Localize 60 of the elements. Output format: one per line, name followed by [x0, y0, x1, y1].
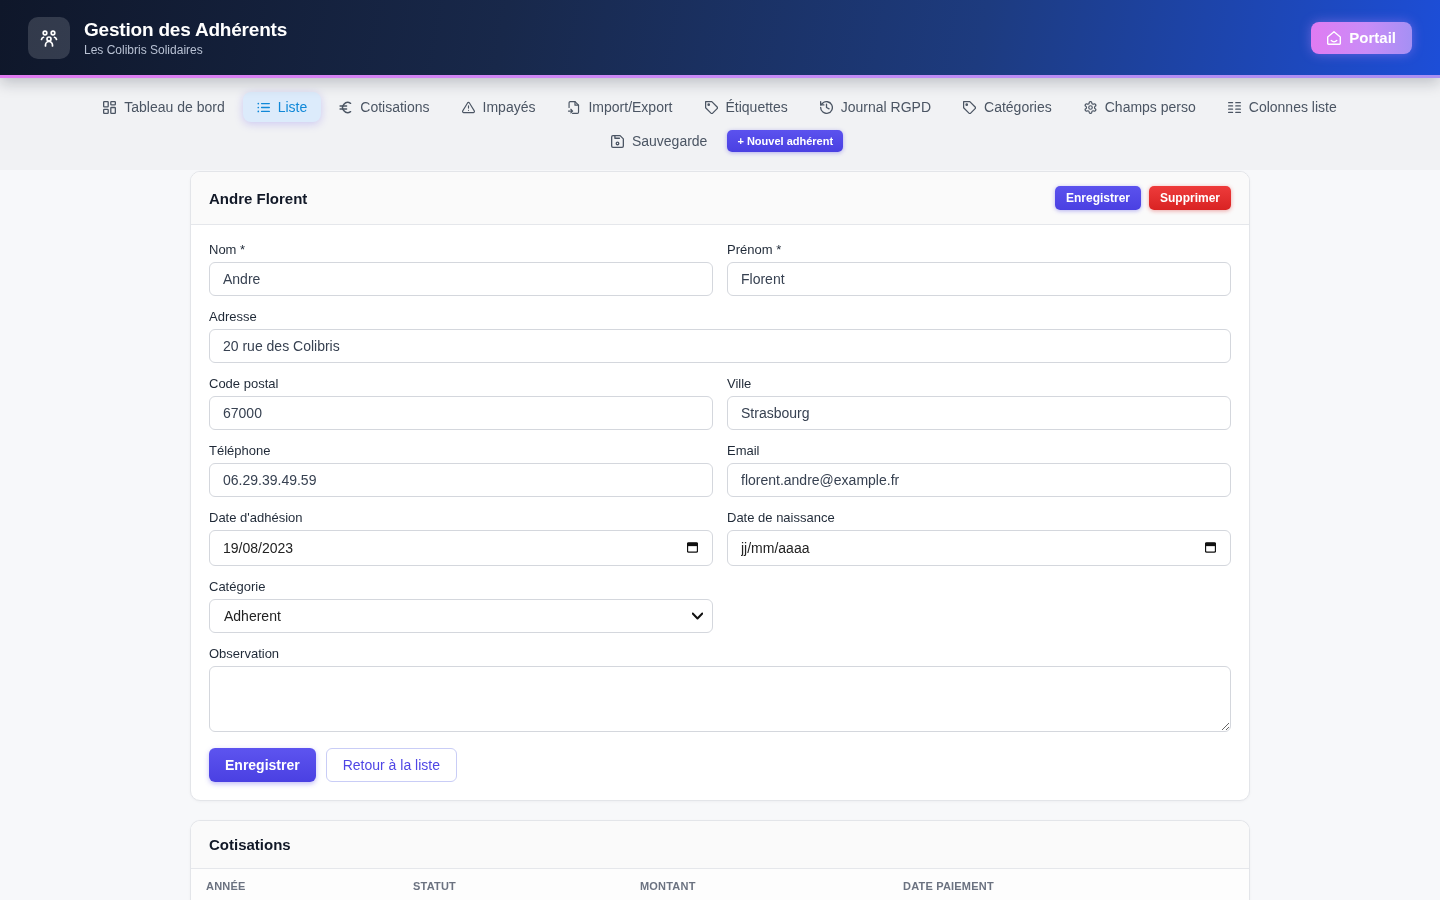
- text-input[interactable]: Florent: [727, 262, 1231, 296]
- text-input[interactable]: 06.29.39.49.59: [209, 463, 713, 497]
- tag-icon: [963, 100, 977, 114]
- field-label: Code postal: [209, 376, 279, 392]
- nav-tab[interactable]: Catégories: [949, 92, 1066, 122]
- chevron-down-icon: [692, 612, 703, 620]
- field-label: Ville: [727, 376, 752, 392]
- field-label: Adresse: [209, 309, 257, 325]
- nav-tab[interactable]: Sauvegarde: [596, 126, 722, 156]
- text-input[interactable]: florent.andre@example.fr: [727, 463, 1231, 497]
- field-label: Email: [727, 443, 760, 459]
- columns-icon: [1227, 100, 1241, 114]
- app-subtitle: Les Colibris Solidaires: [84, 42, 204, 58]
- text-input[interactable]: Strasbourg: [727, 396, 1231, 430]
- column-header: ANNÉE: [206, 880, 247, 892]
- grid-icon: [103, 100, 117, 114]
- nav-tab[interactable]: Impayés: [447, 92, 550, 122]
- text-input[interactable]: 67000: [209, 396, 713, 430]
- text-input[interactable]: 20 rue des Colibris: [209, 329, 1231, 363]
- card-title: Andre Florent: [209, 188, 308, 208]
- home-icon: [1327, 30, 1342, 45]
- new-member-button[interactable]: + Nouvel adhérent: [727, 130, 844, 152]
- nav-tab[interactable]: Étiquettes: [690, 92, 802, 122]
- delete-button[interactable]: Supprimer: [1149, 186, 1231, 210]
- list-icon: [256, 100, 270, 114]
- date-input[interactable]: jj/mm/aaaa: [727, 530, 1231, 566]
- calendar-icon: [1205, 542, 1216, 553]
- app-title: Gestion des Adhérents: [84, 17, 288, 42]
- nav-tab[interactable]: Cotisations: [325, 92, 444, 122]
- date-input[interactable]: 19/08/2023: [209, 530, 713, 566]
- field-label: Catégorie: [209, 579, 266, 595]
- people-icon: [28, 16, 70, 59]
- nav-tab[interactable]: Journal RGPD: [805, 92, 946, 122]
- calendar-icon: [687, 542, 698, 553]
- clock-arrow-icon: [819, 100, 833, 114]
- nav-tab[interactable]: Colonnes liste: [1213, 92, 1351, 122]
- euro-icon: [339, 100, 353, 114]
- file-arrow-icon: [567, 100, 581, 114]
- back-to-list-button[interactable]: Retour à la liste: [325, 748, 457, 782]
- field-label: Nom *: [209, 242, 246, 258]
- card-title: Cotisations: [209, 835, 291, 854]
- field-label: Date de naissance: [727, 510, 835, 526]
- warning-icon: [461, 100, 475, 114]
- column-header: DATE PAIEMENT: [903, 880, 995, 892]
- column-header: STATUT: [413, 880, 457, 892]
- text-input[interactable]: Andre: [209, 262, 713, 296]
- tag-icon: [704, 100, 718, 114]
- nav-tab[interactable]: Import/Export: [553, 92, 687, 122]
- observation-textarea[interactable]: [209, 666, 1231, 732]
- field-label: Date d'adhésion: [209, 510, 303, 526]
- field-label: Prénom *: [727, 242, 782, 258]
- field-label: Téléphone: [209, 443, 271, 459]
- save-button[interactable]: Enregistrer: [209, 748, 316, 782]
- field-label: Observation: [209, 646, 280, 662]
- nav-tab[interactable]: Champs perso: [1069, 92, 1210, 122]
- nav-tab[interactable]: Tableau de bord: [89, 92, 239, 122]
- settings-icon: [1083, 100, 1097, 114]
- column-header: MONTANT: [640, 880, 697, 892]
- save-button[interactable]: Enregistrer: [1054, 186, 1141, 210]
- category-select[interactable]: Adherent: [209, 599, 713, 633]
